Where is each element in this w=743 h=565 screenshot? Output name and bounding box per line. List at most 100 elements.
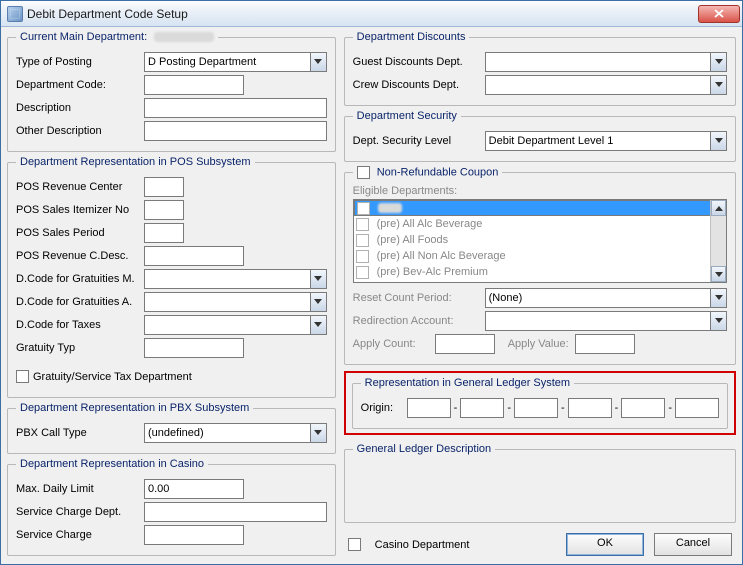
grat-typ-label: Gratuity Typ	[16, 342, 144, 354]
grat-a-input[interactable]	[144, 292, 310, 312]
svc-dept-input[interactable]	[144, 502, 327, 522]
dropdown-arrow-icon[interactable]	[710, 288, 727, 308]
scroll-track[interactable]	[711, 216, 726, 266]
titlebar: Debit Department Code Setup	[1, 1, 742, 27]
legend-current-main-department: Current Main Department:	[16, 31, 218, 43]
list-item[interactable]: (pre) All Non Alc Beverage	[354, 248, 726, 264]
apply-value-label: Apply Value:	[495, 338, 575, 350]
dropdown-arrow-icon[interactable]	[310, 52, 327, 72]
taxes-combo[interactable]	[144, 315, 327, 335]
nonref-coupon-checkbox[interactable]	[357, 166, 370, 179]
legend-security: Department Security	[353, 110, 461, 122]
apply-count-input[interactable]	[435, 334, 495, 354]
type-of-posting-input[interactable]	[144, 52, 310, 72]
list-checkbox[interactable]	[357, 202, 370, 215]
scroll-down-button[interactable]	[711, 266, 726, 282]
origin-input-1[interactable]	[407, 398, 451, 418]
origin-input-3[interactable]	[514, 398, 558, 418]
group-coupon: Non-Refundable Coupon Eligible Departmen…	[344, 166, 736, 365]
max-daily-label: Max. Daily Limit	[16, 483, 144, 495]
list-item[interactable]: (pre) Bev-Alc Premium	[354, 264, 726, 280]
pos-rev-cdesc-label: POS Revenue C.Desc.	[16, 250, 144, 262]
list-checkbox[interactable]	[356, 266, 369, 279]
eligible-departments-list[interactable]: (pre) All Alc Beverage (pre) All Foods (…	[353, 199, 727, 283]
grat-m-combo[interactable]	[144, 269, 327, 289]
origin-label: Origin:	[361, 402, 407, 414]
reset-count-label: Reset Count Period:	[353, 292, 485, 304]
other-description-input[interactable]	[144, 121, 327, 141]
taxes-input[interactable]	[144, 315, 310, 335]
type-of-posting-label: Type of Posting	[16, 56, 144, 68]
dropdown-arrow-icon[interactable]	[710, 131, 727, 151]
crew-discounts-combo[interactable]	[485, 75, 727, 95]
gst-checkbox-label: Gratuity/Service Tax Department	[33, 371, 192, 383]
nonref-coupon-label: Non-Refundable Coupon	[377, 166, 499, 178]
close-icon	[714, 9, 724, 18]
pos-rev-center-input[interactable]	[144, 177, 184, 197]
list-checkbox[interactable]	[356, 218, 369, 231]
dept-name-redacted	[154, 32, 214, 42]
dropdown-arrow-icon[interactable]	[710, 311, 727, 331]
group-dept-discounts: Department Discounts Guest Discounts Dep…	[344, 31, 736, 106]
redirect-input[interactable]	[485, 311, 710, 331]
origin-input-5[interactable]	[621, 398, 665, 418]
legend-pbx: Department Representation in PBX Subsyst…	[16, 402, 253, 414]
security-level-input[interactable]	[485, 131, 710, 151]
list-scrollbar[interactable]	[710, 200, 726, 282]
list-checkbox[interactable]	[356, 250, 369, 263]
security-level-combo[interactable]	[485, 131, 727, 151]
pos-rev-cdesc-input[interactable]	[144, 246, 244, 266]
ok-button[interactable]: OK	[566, 533, 644, 556]
list-item-label: (pre) All Alc Beverage	[377, 218, 483, 230]
pos-sales-period-input[interactable]	[144, 223, 184, 243]
pbx-call-type-input[interactable]	[144, 423, 310, 443]
list-item[interactable]	[354, 200, 726, 216]
origin-input-2[interactable]	[460, 398, 504, 418]
grat-m-input[interactable]	[144, 269, 310, 289]
grat-typ-input[interactable]	[144, 338, 244, 358]
right-column: Department Discounts Guest Discounts Dep…	[344, 31, 736, 558]
description-input[interactable]	[144, 98, 327, 118]
group-pbx-subsystem: Department Representation in PBX Subsyst…	[7, 402, 336, 454]
redirect-combo[interactable]	[485, 311, 727, 331]
footer-row: Casino Department OK Cancel	[344, 527, 736, 558]
svc-dept-label: Service Charge Dept.	[16, 506, 144, 518]
dropdown-arrow-icon[interactable]	[710, 75, 727, 95]
pos-itemizer-input[interactable]	[144, 200, 184, 220]
dropdown-arrow-icon[interactable]	[310, 269, 327, 289]
guest-discounts-input[interactable]	[485, 52, 710, 72]
apply-value-input[interactable]	[575, 334, 635, 354]
list-item-label: (pre) All Non Alc Beverage	[377, 250, 506, 262]
guest-discounts-combo[interactable]	[485, 52, 727, 72]
scroll-up-button[interactable]	[711, 200, 726, 216]
dropdown-arrow-icon[interactable]	[310, 315, 327, 335]
reset-count-input[interactable]	[485, 288, 710, 308]
list-item[interactable]: (pre) All Foods	[354, 232, 726, 248]
origin-input-4[interactable]	[568, 398, 612, 418]
pos-rev-center-label: POS Revenue Center	[16, 181, 144, 193]
gst-checkbox[interactable]	[16, 370, 29, 383]
cancel-button[interactable]: Cancel	[654, 533, 732, 556]
group-pos-subsystem: Department Representation in POS Subsyst…	[7, 156, 336, 398]
origin-input-6[interactable]	[675, 398, 719, 418]
list-item[interactable]: (pre) All Alc Beverage	[354, 216, 726, 232]
reset-count-combo[interactable]	[485, 288, 727, 308]
left-column: Current Main Department: Type of Posting…	[7, 31, 336, 558]
casino-dept-checkbox[interactable]	[348, 538, 361, 551]
crew-discounts-input[interactable]	[485, 75, 710, 95]
list-checkbox[interactable]	[356, 234, 369, 247]
max-daily-input[interactable]	[144, 479, 244, 499]
legend-pos: Department Representation in POS Subsyst…	[16, 156, 255, 168]
close-button[interactable]	[698, 5, 740, 23]
dropdown-arrow-icon[interactable]	[310, 423, 327, 443]
dropdown-arrow-icon[interactable]	[310, 292, 327, 312]
svc-charge-input[interactable]	[144, 525, 244, 545]
grat-a-combo[interactable]	[144, 292, 327, 312]
type-of-posting-combo[interactable]	[144, 52, 327, 72]
legend-casino: Department Representation in Casino	[16, 458, 208, 470]
redirect-label: Redirection Account:	[353, 315, 485, 327]
pbx-call-type-combo[interactable]	[144, 423, 327, 443]
dept-code-input[interactable]	[144, 75, 244, 95]
grat-a-label: D.Code for Gratuities A.	[16, 296, 144, 308]
dropdown-arrow-icon[interactable]	[710, 52, 727, 72]
